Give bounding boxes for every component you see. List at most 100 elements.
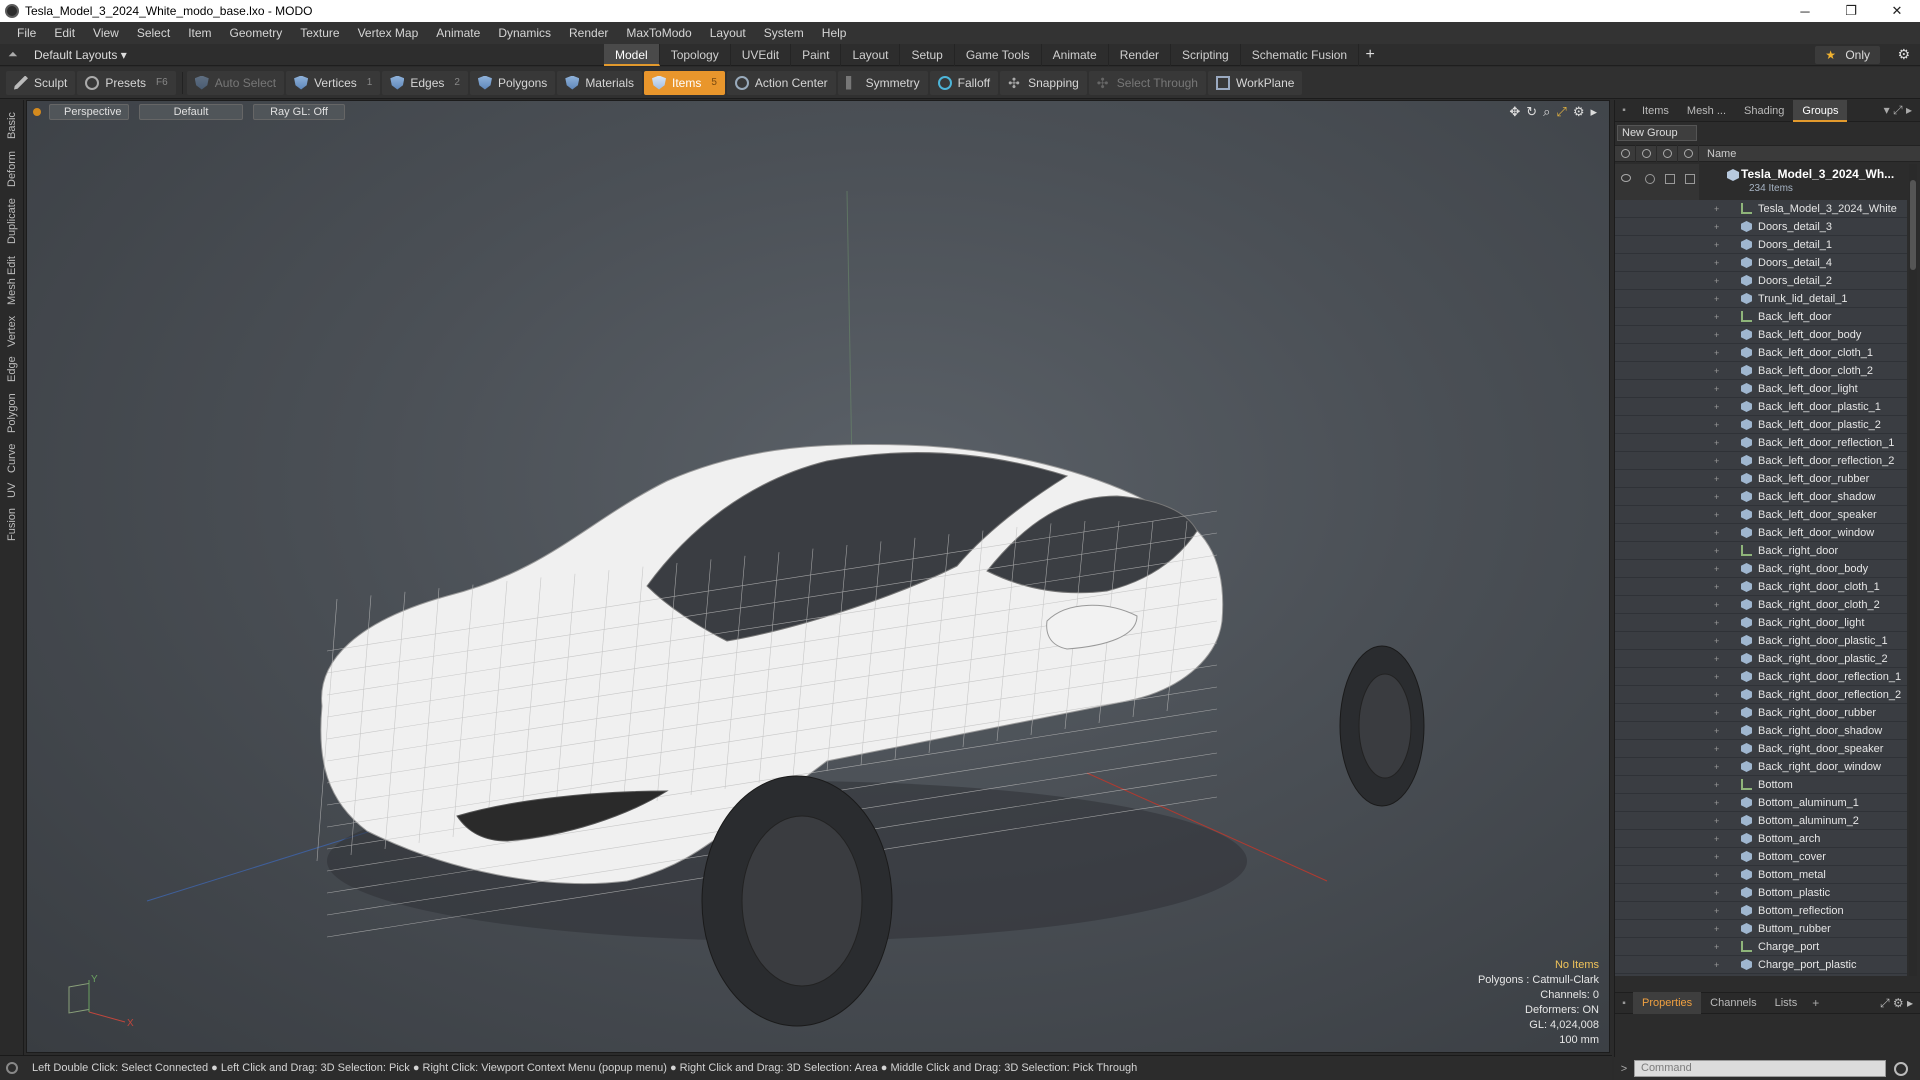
menu-system[interactable]: System [755,26,813,40]
edges-button[interactable]: Edges 2 [382,70,468,95]
tab-game-tools[interactable]: Game Tools [955,44,1042,66]
menu-edit[interactable]: Edit [45,26,84,40]
list-item[interactable]: + Bottom_arch [1615,830,1907,848]
expand-icon[interactable]: + [1714,546,1719,556]
tab-animate[interactable]: Animate [1042,44,1109,66]
left-tab-polygon[interactable]: Polygon [0,388,24,438]
menu-render[interactable]: Render [560,26,617,40]
tab-layout[interactable]: Layout [841,44,901,66]
expand-icon[interactable]: + [1714,294,1719,304]
list-scrollbar[interactable] [1909,164,1917,976]
expand-icon[interactable]: + [1714,582,1719,592]
expand-icon[interactable]: + [1714,348,1719,358]
menu-vertex-map[interactable]: Vertex Map [349,26,428,40]
workplane-button[interactable]: WorkPlane [1207,70,1303,95]
left-tab-curve[interactable]: Curve [0,440,24,476]
panel-menu-icon[interactable]: ▪ [1615,105,1633,116]
expand-icon[interactable]: + [1714,654,1719,664]
vertices-button[interactable]: Vertices 1 [286,70,381,95]
items-button[interactable]: Items 5 [644,70,725,95]
properties-tab-channels[interactable]: Channels [1701,992,1765,1014]
action-center-button[interactable]: Action Center [726,70,836,95]
collapse-up-icon[interactable]: ⏶ [8,47,20,62]
viewport-expand-icon[interactable]: ▸ [1590,104,1597,120]
list-item[interactable]: + Back_left_door [1615,308,1907,326]
list-item[interactable]: + Back_left_door_plastic_1 [1615,398,1907,416]
left-tab-vertex[interactable]: Vertex [0,312,24,350]
raygl-toggle[interactable]: Ray GL: Off [253,104,345,120]
list-item[interactable]: + Bottom [1615,776,1907,794]
expand-icon[interactable]: + [1714,924,1719,934]
list-item[interactable]: +Charge_port_red_glass [1615,974,1907,976]
minimize-button[interactable]: ─ [1782,0,1828,22]
view-mode-dropdown[interactable]: Perspective [49,104,129,120]
menu-animate[interactable]: Animate [427,26,489,40]
name-column-header[interactable]: Name [1699,148,1736,160]
expand-icon[interactable]: + [1714,438,1719,448]
expand-icon[interactable]: + [1714,870,1719,880]
expand-icon[interactable]: + [1714,960,1719,970]
materials-button[interactable]: Materials [557,70,642,95]
left-tab-basic[interactable]: Basic [0,106,24,146]
list-item[interactable]: + Back_left_door_body [1615,326,1907,344]
layout-selector[interactable]: ⏶ Default Layouts ▾ [8,47,127,62]
select-checkbox[interactable] [1685,174,1695,184]
panel-tab-shading[interactable]: Shading [1735,100,1793,122]
expand-icon[interactable]: + [1714,834,1719,844]
render-toggle-icon[interactable] [1645,174,1655,184]
falloff-button[interactable]: Falloff [929,70,999,95]
close-button[interactable]: ✕ [1874,0,1920,22]
list-item[interactable]: + Back_right_door_body [1615,560,1907,578]
menu-file[interactable]: File [8,26,45,40]
list-item[interactable]: + Back_left_door_shadow [1615,488,1907,506]
expand-icon[interactable]: + [1714,276,1719,286]
expand-icon[interactable]: + [1714,474,1719,484]
expand-icon[interactable]: + [1714,690,1719,700]
list-item[interactable]: + Bottom_aluminum_2 [1615,812,1907,830]
list-item[interactable]: + Buttom_rubber [1615,920,1907,938]
expand-icon[interactable]: + [1714,816,1719,826]
list-item[interactable]: + Tesla_Model_3_2024_White [1615,200,1907,218]
menu-view[interactable]: View [84,26,128,40]
list-item[interactable]: + Back_left_door_plastic_2 [1615,416,1907,434]
list-item[interactable]: + Charge_port_plastic [1615,956,1907,974]
list-item[interactable]: + Trunk_lid_detail_1 [1615,290,1907,308]
expand-icon[interactable]: + [1714,618,1719,628]
rotate-icon[interactable]: ↻ [1526,104,1537,120]
list-item[interactable]: + Back_right_door_rubber [1615,704,1907,722]
properties-tab-lists[interactable]: Lists [1766,992,1807,1014]
menu-dynamics[interactable]: Dynamics [489,26,560,40]
expand-icon[interactable]: + [1714,402,1719,412]
left-tab-deform[interactable]: Deform [0,148,24,190]
expand-icon[interactable]: + [1714,564,1719,574]
list-item[interactable]: + Back_right_door_window [1615,758,1907,776]
pan-icon[interactable]: ✥ [1509,104,1520,120]
groups-list[interactable]: Tesla_Model_3_2024_Wh... 234 Items + Tesl… [1615,164,1907,976]
expand-icon[interactable]: + [1714,762,1719,772]
expand-icon[interactable]: + [1714,204,1719,214]
expand-icon[interactable]: + [1714,780,1719,790]
expand-icon[interactable]: + [1714,906,1719,916]
command-stop-icon[interactable] [1894,1061,1908,1076]
expand-icon[interactable]: + [1714,888,1719,898]
expand-icon[interactable]: + [1714,708,1719,718]
symmetry-button[interactable]: Symmetry [837,70,928,95]
tab-topology[interactable]: Topology [660,44,731,66]
list-item[interactable]: + Back_left_door_reflection_1 [1615,434,1907,452]
expand-icon[interactable]: + [1714,492,1719,502]
expand-icon[interactable]: + [1714,222,1719,232]
zoom-icon[interactable]: ⌕ [1543,104,1550,120]
panel-tab-mesh[interactable]: Mesh ... [1678,100,1735,122]
menu-help[interactable]: Help [813,26,856,40]
presets-button[interactable]: Presets F6 [77,70,176,95]
list-item[interactable]: + Charge_port [1615,938,1907,956]
settings-gear-icon[interactable]: ⚙ [1897,46,1910,63]
list-item[interactable]: + Bottom_reflection [1615,902,1907,920]
list-item[interactable]: + Back_left_door_cloth_1 [1615,344,1907,362]
list-item[interactable]: + Back_left_door_window [1615,524,1907,542]
tab-scripting[interactable]: Scripting [1171,44,1241,66]
list-item[interactable]: + Back_left_door_speaker [1615,506,1907,524]
scrollbar-thumb[interactable] [1910,180,1916,270]
expand-icon[interactable]: + [1714,528,1719,538]
list-item[interactable]: + Back_left_door_reflection_2 [1615,452,1907,470]
